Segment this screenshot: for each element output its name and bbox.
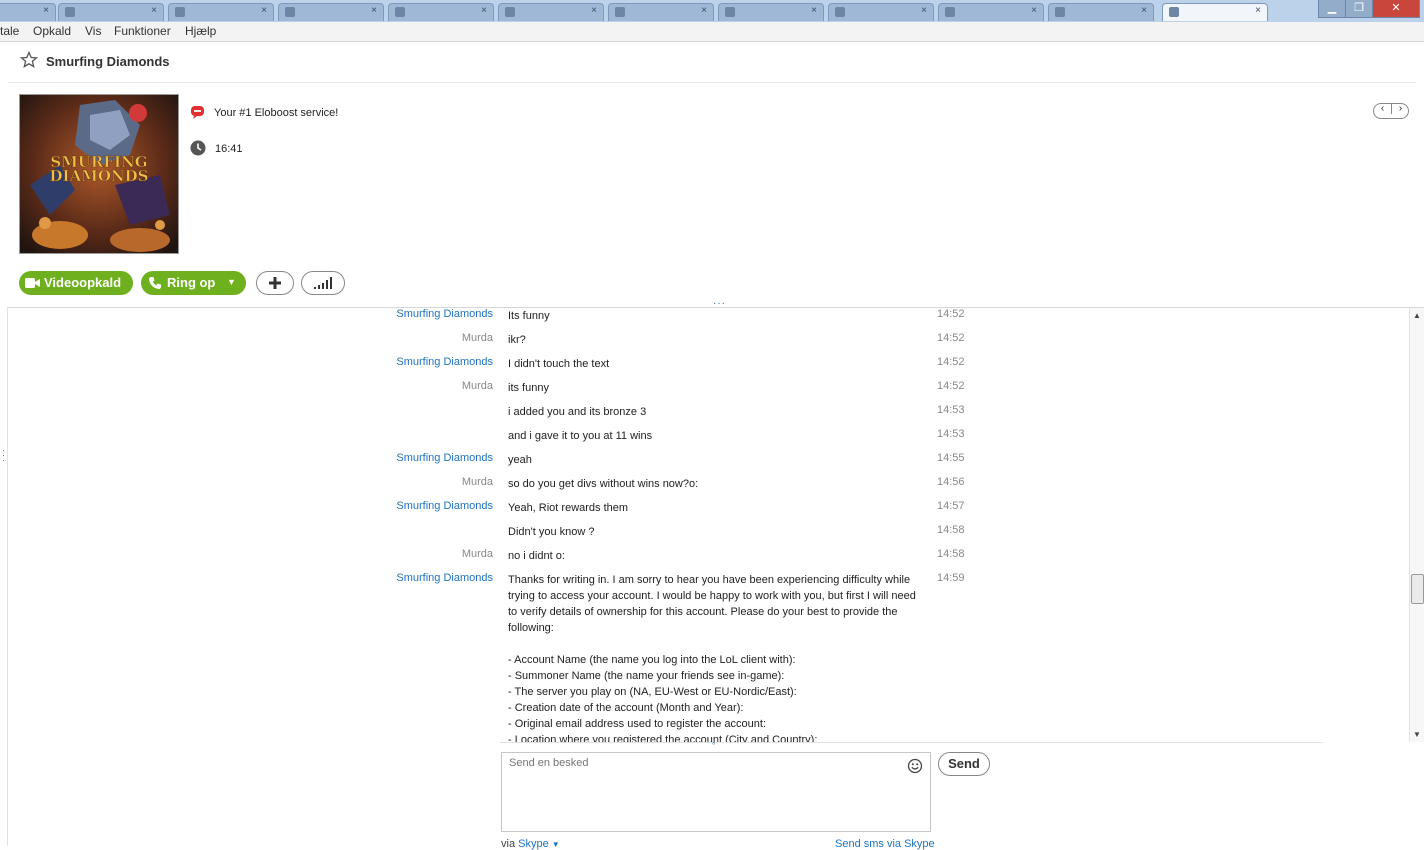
message-text: and i gave it to you at 11 wins	[508, 430, 653, 442]
message-time: 14:58	[937, 524, 965, 536]
chevron-left-icon[interactable]: ‹	[1374, 103, 1391, 114]
add-button[interactable]	[256, 271, 294, 295]
video-camera-icon	[25, 278, 40, 288]
avatar-artwork: SMURFING DIAMONDS	[20, 95, 178, 253]
os-tab[interactable]: ×	[278, 3, 384, 21]
send-sms-link[interactable]: Send sms via Skype	[835, 838, 935, 850]
local-time: 16:41	[215, 143, 243, 155]
message-time: 14:52	[937, 356, 965, 368]
message-sender[interactable]: Murda	[462, 476, 493, 488]
emoticon-smiley-icon[interactable]	[907, 758, 923, 774]
os-tab[interactable]: ×	[388, 3, 494, 21]
profile-nav-arrows: ‹ ›	[1373, 103, 1409, 119]
message-scrollbar[interactable]: ▲ ▼	[1409, 308, 1424, 742]
message-time: 14:57	[937, 500, 965, 512]
message-time: 14:59	[937, 572, 965, 584]
message-sender[interactable]: Murda	[462, 548, 493, 560]
message-time: 14:55	[937, 452, 965, 464]
os-tab-strip: × × × × × × × × × × × × ▁ ❐ ✕	[0, 0, 1424, 23]
message-sender[interactable]: Smurfing Diamonds	[396, 572, 493, 584]
os-tab[interactable]: ×	[828, 3, 934, 21]
contact-name-title: Smurfing Diamonds	[46, 54, 170, 69]
menu-item-hjaelp[interactable]: Hjælp	[185, 24, 216, 38]
maximize-icon[interactable]: ❐	[1345, 0, 1373, 18]
message-text: yeah	[508, 454, 532, 466]
scrollbar-thumb[interactable]	[1411, 574, 1424, 604]
chevron-right-icon[interactable]: ›	[1391, 103, 1409, 114]
menu-item-vis[interactable]: Vis	[85, 24, 101, 38]
message-sender[interactable]: Smurfing Diamonds	[396, 452, 493, 464]
message-history: Smurfing Diamonds Its funny 14:52 Murda …	[8, 308, 1408, 742]
os-tab[interactable]: ×	[1048, 3, 1154, 21]
history-bottom-divider	[500, 742, 1323, 743]
message-time: 14:53	[937, 428, 965, 440]
menu-item-samtale[interactable]: tale	[0, 24, 19, 38]
message-time: 14:52	[937, 380, 965, 392]
message-text: Didn't you know ?	[508, 526, 595, 538]
message-text: its funny	[508, 382, 549, 394]
message-time: 14:53	[937, 404, 965, 416]
chevron-down-icon: ▼	[551, 840, 560, 849]
message-sender[interactable]: Smurfing Diamonds	[396, 356, 493, 368]
composer-resize-handle[interactable]: °	[712, 741, 715, 750]
mood-text: Your #1 Eloboost service!	[214, 107, 339, 119]
call-dropdown-chevron-down-icon[interactable]: ▼	[227, 270, 236, 294]
os-tab[interactable]: ×	[938, 3, 1044, 21]
message-sender[interactable]: Murda	[462, 380, 493, 392]
call-button[interactable]: Ring op ▼	[141, 271, 246, 295]
menu-item-funktioner[interactable]: Funktioner	[114, 24, 171, 38]
call-quality-button[interactable]	[301, 271, 345, 295]
message-sender[interactable]: Murda	[462, 332, 493, 344]
os-tab[interactable]: ×	[608, 3, 714, 21]
plus-icon	[269, 277, 281, 289]
message-text: Yeah, Riot rewards them	[508, 502, 629, 514]
message-time: 14:52	[937, 332, 965, 344]
scroll-up-arrow-icon[interactable]: ▲	[1413, 311, 1421, 320]
message-time: 14:56	[937, 476, 965, 488]
message-input[interactable]	[509, 757, 899, 823]
message-sender[interactable]: Smurfing Diamonds	[396, 500, 493, 512]
scroll-down-arrow-icon[interactable]: ▼	[1413, 730, 1421, 739]
message-sender[interactable]: Smurfing Diamonds	[396, 308, 493, 320]
via-service-row: via Skype ▼	[501, 838, 560, 850]
os-tab-active[interactable]: ×	[1162, 3, 1268, 21]
message-time: 14:58	[937, 548, 965, 560]
via-label: via	[501, 838, 516, 850]
message-composer	[501, 752, 931, 832]
message-time: 14:52	[937, 308, 965, 320]
via-service-label: Skype	[518, 838, 549, 850]
minimize-icon[interactable]: ▁	[1318, 0, 1346, 18]
os-tab[interactable]: ×	[168, 3, 274, 21]
video-call-label: Videoopkald	[44, 275, 122, 290]
message-text: i added you and its bronze 3	[508, 406, 647, 418]
send-button[interactable]: Send	[938, 752, 990, 776]
avatar-text-line2: DIAMONDS	[50, 167, 149, 185]
message-text: no i didnt o:	[508, 550, 565, 562]
os-tab[interactable]: ×	[498, 3, 604, 21]
menubar: tale Opkald Vis Funktioner Hjælp	[0, 22, 1424, 42]
signal-bars-icon	[314, 277, 332, 289]
call-label: Ring op	[167, 275, 216, 290]
menu-item-opkald[interactable]: Opkald	[33, 24, 71, 38]
phone-icon	[149, 277, 161, 289]
video-call-button[interactable]: Videoopkald	[19, 271, 133, 295]
mood-message-icon	[191, 106, 204, 119]
message-text: I didn't touch the text	[508, 358, 610, 370]
contact-avatar: SMURFING DIAMONDS	[19, 94, 179, 254]
message-text: Its funny	[508, 310, 550, 322]
os-tab[interactable]: ×	[58, 3, 164, 21]
conversation-header: Smurfing Diamonds	[8, 42, 1416, 83]
message-text: ikr?	[508, 334, 526, 346]
message-text: Thanks for writing in. I am sorry to hea…	[508, 574, 916, 742]
clock-icon	[190, 140, 206, 156]
panel-resize-grip[interactable]: · · ·	[2, 446, 5, 465]
close-icon[interactable]: ✕	[1372, 0, 1420, 18]
via-service-dropdown[interactable]: Skype ▼	[518, 838, 560, 850]
os-tab[interactable]: ×	[718, 3, 824, 21]
os-tab[interactable]: ×	[0, 3, 56, 21]
message-text: so do you get divs without wins now?o:	[508, 478, 699, 490]
favorite-star-icon[interactable]	[20, 51, 38, 69]
